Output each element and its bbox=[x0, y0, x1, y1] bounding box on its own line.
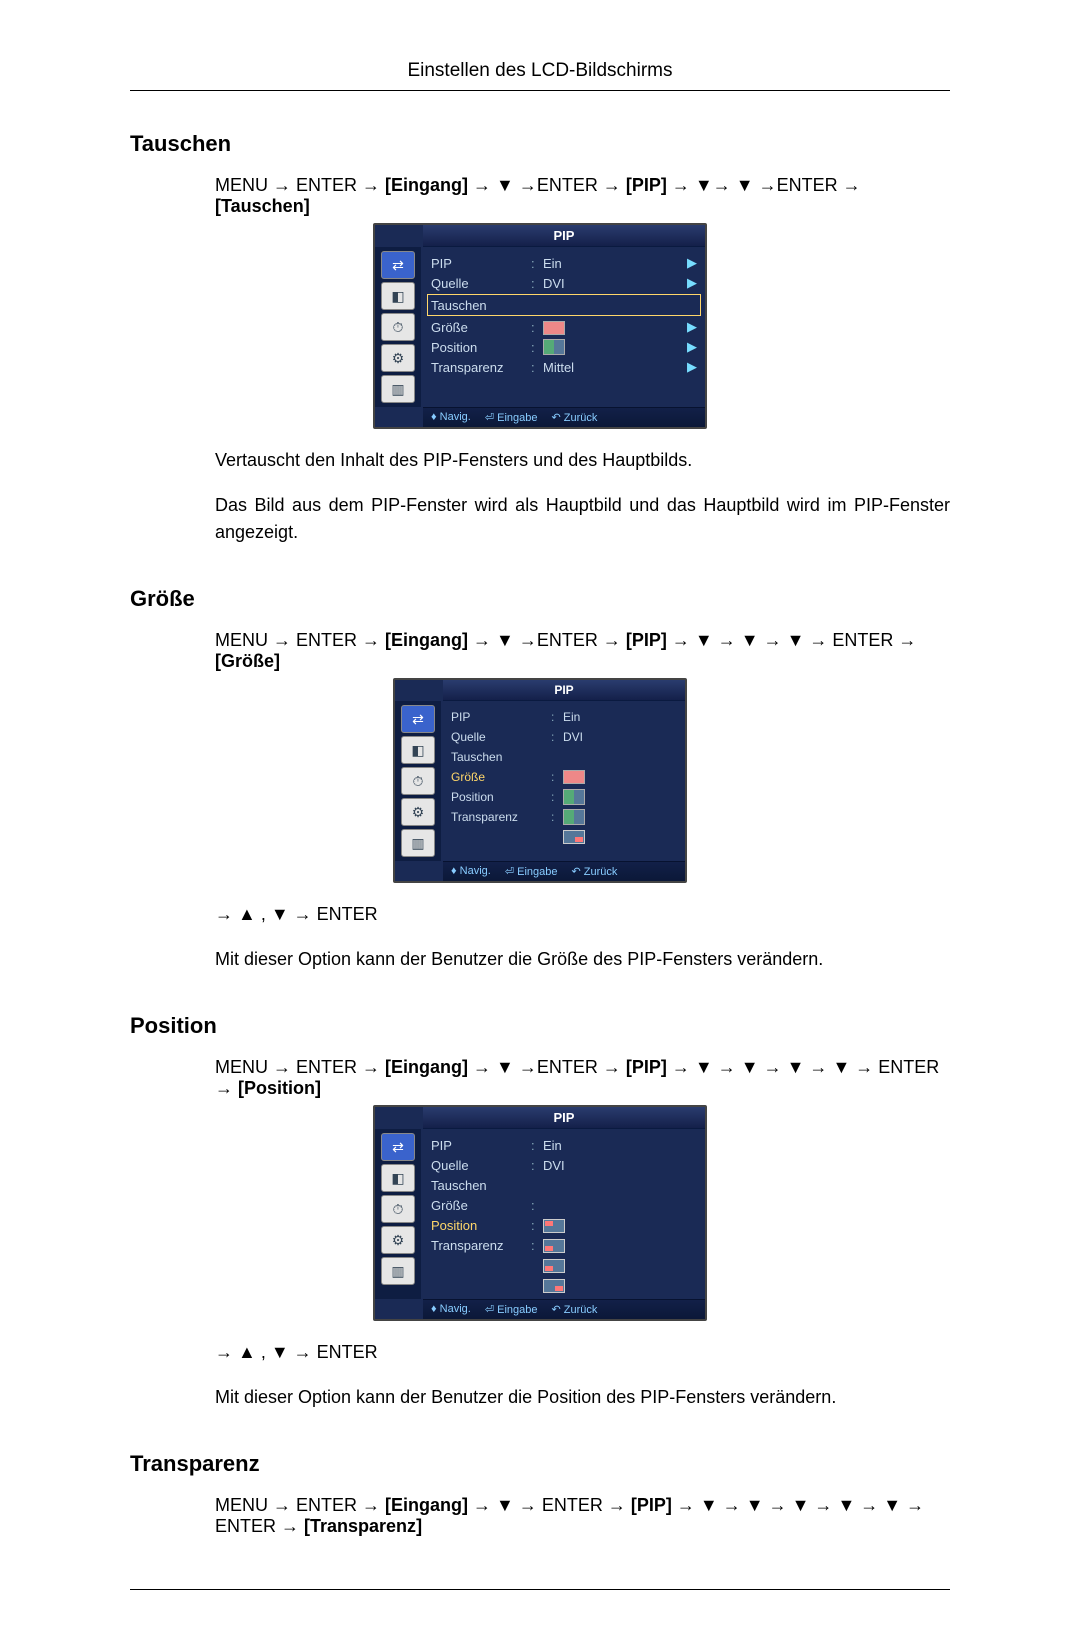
page-header: Einstellen des LCD-Bildschirms bbox=[130, 60, 950, 90]
osd-screenshot-position: PIP ⇄ ◧ ⏱ ⚙ ▥ PIP:Ein Quelle:DVI Tausche… bbox=[373, 1105, 707, 1321]
osd-highlighted-row: Position bbox=[431, 1218, 531, 1233]
osd-screenshot-groesse: PIP ⇄ ◧ ⏱ ⚙ ▥ PIP:Ein Quelle:DVI Tausche… bbox=[393, 678, 687, 883]
sound-icon: ⏱ bbox=[381, 313, 415, 341]
sound-icon: ⏱ bbox=[381, 1195, 415, 1223]
groesse-post-nav: → ▲ , ▼ → ENTER bbox=[215, 901, 950, 928]
picture-icon: ◧ bbox=[381, 282, 415, 310]
nav-sequence-tauschen: MENU → ENTER → [Eingang] → →ENTER → [PIP… bbox=[215, 175, 950, 217]
groesse-desc: Mit dieser Option kann der Benutzer die … bbox=[215, 946, 950, 973]
osd-highlighted-row: Größe bbox=[451, 770, 551, 784]
setup-icon: ⚙ bbox=[381, 1226, 415, 1254]
osd-highlighted-row: Tauschen bbox=[431, 298, 531, 313]
osd-screenshot-tauschen: PIP ⇄ ◧ ⏱ ⚙ ▥ PIP:Ein▶ Quelle:DVI▶ Tausc… bbox=[373, 223, 707, 429]
section-title-groesse: Größe bbox=[130, 586, 950, 612]
setup-icon: ⚙ bbox=[381, 344, 415, 372]
footer-divider bbox=[130, 1589, 950, 1590]
multi-icon: ▥ bbox=[381, 1257, 415, 1285]
tauschen-desc-2: Das Bild aus dem PIP-Fenster wird als Ha… bbox=[215, 492, 950, 546]
osd-footer: ♦ Navig. ⏎ Eingabe ↶ Zurück bbox=[423, 407, 705, 427]
section-title-position: Position bbox=[130, 1013, 950, 1039]
input-icon: ⇄ bbox=[401, 705, 435, 733]
position-desc: Mit dieser Option kann der Benutzer die … bbox=[215, 1384, 950, 1411]
osd-title: PIP bbox=[423, 225, 705, 247]
picture-icon: ◧ bbox=[381, 1164, 415, 1192]
header-divider bbox=[130, 90, 950, 91]
multi-icon: ▥ bbox=[401, 829, 435, 857]
input-icon: ⇄ bbox=[381, 251, 415, 279]
nav-sequence-groesse: MENU → ENTER → [Eingang] → →ENTER → [PIP… bbox=[215, 630, 950, 672]
osd-sidebar: ⇄ ◧ ⏱ ⚙ ▥ bbox=[375, 247, 421, 407]
setup-icon: ⚙ bbox=[401, 798, 435, 826]
position-post-nav: → ▲ , ▼ → ENTER bbox=[215, 1339, 950, 1366]
section-title-tauschen: Tauschen bbox=[130, 131, 950, 157]
multi-icon: ▥ bbox=[381, 375, 415, 403]
nav-sequence-transparenz: MENU → ENTER → [Eingang] → → ENTER → [PI… bbox=[215, 1495, 950, 1537]
sound-icon: ⏱ bbox=[401, 767, 435, 795]
section-title-transparenz: Transparenz bbox=[130, 1451, 950, 1477]
picture-icon: ◧ bbox=[401, 736, 435, 764]
nav-sequence-position: MENU → ENTER → [Eingang] → →ENTER → [PIP… bbox=[215, 1057, 950, 1099]
input-icon: ⇄ bbox=[381, 1133, 415, 1161]
tauschen-desc-1: Vertauscht den Inhalt des PIP-Fensters u… bbox=[215, 447, 950, 474]
